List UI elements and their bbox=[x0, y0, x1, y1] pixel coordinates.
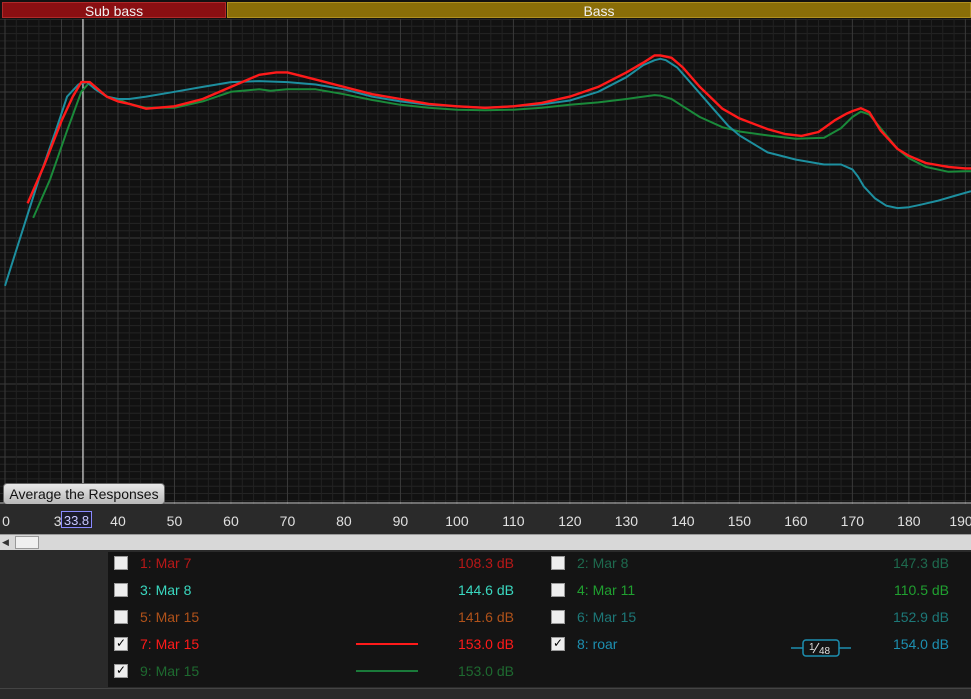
legend-label: 1: Mar 7 bbox=[140, 555, 192, 571]
band-bass: Bass bbox=[227, 2, 971, 19]
legend-row[interactable]: 5: Mar 15 141.6 dB bbox=[114, 606, 534, 628]
legend-db: 108.3 dB bbox=[457, 555, 514, 571]
legend-db: 153.0 dB bbox=[457, 636, 514, 652]
x-tick-label: 60 bbox=[223, 513, 239, 529]
legend-label: 6: Mar 15 bbox=[577, 609, 637, 625]
x-tick-label: 100 bbox=[445, 513, 469, 529]
x-axis: 0304050607080901001101201301401501601701… bbox=[0, 504, 971, 534]
legend-db: 110.5 dB bbox=[893, 582, 949, 598]
band-bar: Sub bass Bass bbox=[0, 0, 971, 19]
x-tick-label: 170 bbox=[840, 513, 865, 529]
legend-db: 144.6 dB bbox=[457, 582, 514, 598]
legend-area: 1: Mar 7 108.3 dB 3: Mar 8 144.6 dB 5: M… bbox=[0, 550, 971, 698]
legend-checkbox[interactable] bbox=[114, 610, 128, 624]
legend-row[interactable]: 2: Mar 8 147.3 dB bbox=[551, 552, 971, 574]
x-tick-label: 190 bbox=[949, 513, 971, 529]
legend-checkbox[interactable]: ✓ bbox=[114, 637, 128, 651]
smoothing-badge[interactable]: 1 48 bbox=[791, 639, 851, 657]
x-tick-label: 130 bbox=[614, 513, 639, 529]
smoothing-denominator: 48 bbox=[819, 646, 831, 657]
x-tick-label: 140 bbox=[671, 513, 695, 529]
legend-row[interactable]: 1: Mar 7 108.3 dB bbox=[114, 552, 534, 574]
x-tick-label: 40 bbox=[110, 513, 126, 529]
legend-db: 154.0 dB bbox=[892, 636, 949, 652]
legend-db: 152.9 dB bbox=[892, 609, 949, 625]
x-tick-label: 50 bbox=[166, 513, 183, 529]
legend-checkbox[interactable] bbox=[114, 556, 128, 570]
legend-row[interactable]: 4: Mar 11 110.5 dB bbox=[551, 579, 971, 601]
legend-db: 141.6 dB bbox=[457, 609, 514, 625]
x-tick-label: 110 bbox=[502, 513, 525, 529]
legend-label: 2: Mar 8 bbox=[577, 555, 629, 571]
legend-label: 4: Mar 11 bbox=[577, 582, 636, 598]
legend-checkbox[interactable] bbox=[551, 583, 565, 597]
legend-db: 147.3 dB bbox=[892, 555, 949, 571]
legend-checkbox[interactable] bbox=[114, 583, 128, 597]
x-tick-label: 180 bbox=[897, 513, 921, 529]
legend-checkbox[interactable] bbox=[551, 556, 565, 570]
legend-db: 153.0 dB bbox=[457, 663, 514, 679]
legend-checkbox[interactable] bbox=[551, 610, 565, 624]
average-responses-button[interactable]: Average the Responses bbox=[3, 483, 165, 505]
horizontal-scrollbar[interactable]: ◀ bbox=[0, 534, 971, 551]
legend-checkbox[interactable]: ✓ bbox=[551, 637, 565, 651]
legend-row[interactable]: 3: Mar 8 144.6 dB bbox=[114, 579, 534, 601]
legend-label: 5: Mar 15 bbox=[140, 609, 200, 625]
legend-label: 7: Mar 15 bbox=[140, 636, 200, 652]
measurement-legend: 1: Mar 7 108.3 dB 3: Mar 8 144.6 dB 5: M… bbox=[108, 552, 971, 687]
scroll-left-arrow-icon[interactable]: ◀ bbox=[2, 537, 9, 548]
legend-line-swatch bbox=[356, 670, 418, 672]
x-tick-label: 160 bbox=[784, 513, 808, 529]
x-tick-label: 90 bbox=[392, 513, 409, 529]
x-tick-label: 150 bbox=[727, 513, 752, 529]
legend-row[interactable]: ✓ 9: Mar 15 153.0 dB bbox=[114, 660, 534, 682]
x-tick-label: 0 bbox=[2, 513, 10, 529]
legend-checkbox[interactable]: ✓ bbox=[114, 664, 128, 678]
band-sub-bass: Sub bass bbox=[2, 2, 226, 19]
legend-row[interactable]: ✓ 8: roar 154.0 dB bbox=[551, 633, 971, 655]
x-tick-label: 70 bbox=[279, 513, 296, 529]
legend-label: 3: Mar 8 bbox=[140, 582, 192, 598]
cursor-readout[interactable]: 33.8 bbox=[61, 511, 92, 528]
legend-label: 9: Mar 15 bbox=[140, 663, 200, 679]
legend-row[interactable]: 6: Mar 15 152.9 dB bbox=[551, 606, 971, 628]
x-tick-label: 80 bbox=[336, 513, 352, 529]
x-tick-label: 120 bbox=[558, 513, 582, 529]
legend-line-swatch bbox=[356, 643, 418, 645]
bottom-strip bbox=[0, 688, 971, 699]
legend-row[interactable]: ✓ 7: Mar 15 153.0 dB bbox=[114, 633, 534, 655]
plot-area[interactable] bbox=[0, 19, 971, 504]
frequency-response-chart[interactable] bbox=[0, 19, 971, 504]
scroll-thumb[interactable] bbox=[15, 536, 39, 549]
legend-label: 8: roar bbox=[577, 636, 618, 652]
